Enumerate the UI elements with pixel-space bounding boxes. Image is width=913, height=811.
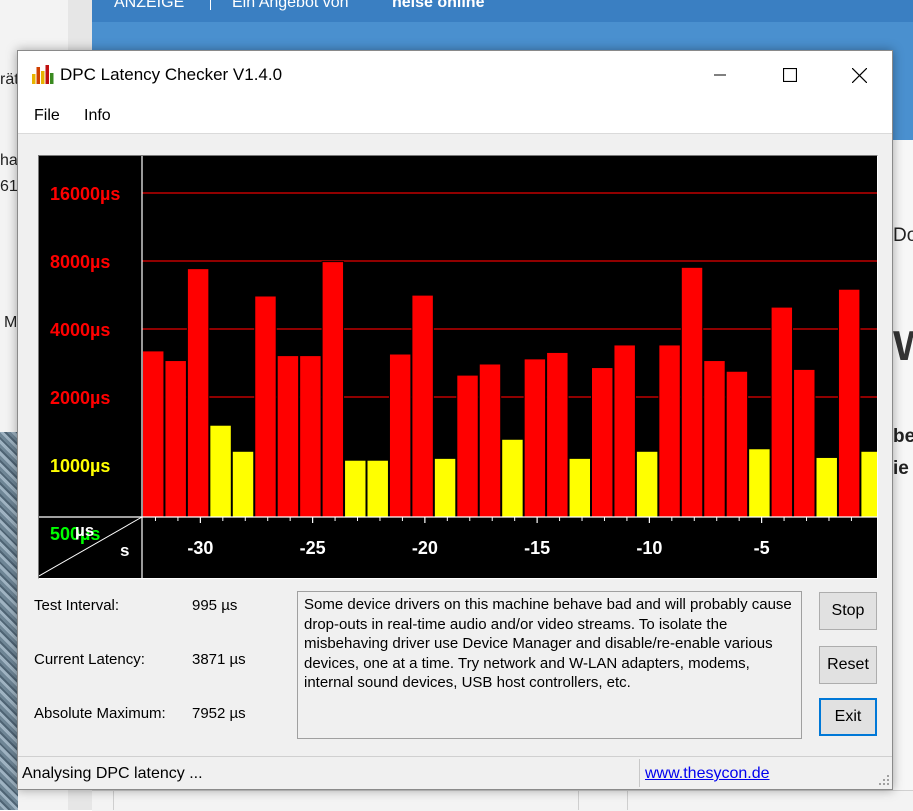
test-interval-value: 995 µs — [192, 597, 238, 614]
x-unit-label: s — [120, 541, 129, 560]
background-text: M — [4, 314, 18, 331]
background-text: ie — [893, 458, 909, 479]
background-brand-text: heise online — [392, 0, 485, 11]
latency-bar — [186, 268, 210, 518]
y-unit-label: µs — [75, 521, 94, 540]
latency-bar — [591, 367, 614, 518]
latency-bar — [456, 374, 479, 518]
resize-grip-icon[interactable] — [877, 773, 891, 787]
latency-bar — [276, 355, 300, 518]
menu-file[interactable]: File — [34, 107, 60, 125]
latency-bar — [366, 459, 389, 518]
latency-chart-svg: 16000µs8000µs4000µs2000µs1000µs500µs-30-… — [38, 156, 883, 578]
maximize-button[interactable] — [755, 51, 825, 99]
background-bottom-bar — [92, 790, 913, 811]
website-link[interactable]: www.thesycon.de — [645, 765, 770, 783]
x-tick-label: -30 — [187, 538, 213, 558]
status-bar-separator — [639, 759, 640, 787]
y-tick-label: 8000µs — [50, 252, 110, 272]
latency-bar — [703, 360, 726, 518]
reset-button[interactable]: Reset — [819, 646, 877, 684]
latency-bar — [209, 424, 232, 518]
latency-bar — [344, 459, 367, 518]
x-tick-label: -25 — [300, 538, 326, 558]
latency-bar — [299, 355, 322, 518]
latency-bar — [433, 457, 457, 518]
diagnosis-message: Some device drivers on this machine beha… — [297, 591, 802, 739]
y-tick-label: 4000µs — [50, 320, 110, 340]
latency-bar — [837, 288, 861, 518]
current-latency-value: 3871 µs — [192, 651, 246, 668]
background-divider — [578, 790, 579, 810]
current-latency-label: Current Latency: — [34, 651, 145, 668]
close-icon — [851, 67, 867, 83]
status-bar-divider — [18, 756, 892, 757]
dpc-latency-checker-window: DPC Latency Checker V1.4.0 File Info 160… — [17, 50, 893, 790]
background-divider — [210, 0, 211, 10]
status-text: Analysing DPC latency ... — [22, 765, 203, 782]
x-tick-label: -5 — [754, 538, 770, 558]
absolute-maximum-value: 7952 µs — [192, 705, 246, 722]
background-text: W — [893, 322, 913, 369]
minimize-icon — [714, 74, 726, 76]
latency-bar — [748, 448, 771, 518]
x-tick-label: -10 — [636, 538, 662, 558]
absolute-maximum-label: Absolute Maximum: — [34, 705, 166, 722]
window-title: DPC Latency Checker V1.4.0 — [60, 65, 283, 84]
background-text: be — [893, 426, 913, 447]
latency-bar — [478, 363, 502, 518]
stop-button[interactable]: Stop — [819, 592, 877, 630]
x-tick-label: -20 — [412, 538, 438, 558]
latency-bar — [725, 370, 749, 518]
latency-bar — [231, 450, 255, 518]
close-button[interactable] — [824, 51, 894, 99]
background-photo — [0, 432, 18, 810]
latency-bar — [680, 266, 704, 518]
menu-info[interactable]: Info — [84, 107, 111, 125]
latency-bar — [546, 351, 569, 518]
background-text: rät — [0, 71, 19, 88]
latency-bar — [388, 353, 412, 518]
latency-chart: 16000µs 8000µs 4000µs 2000µs 1000µs 500µs -30-… — [38, 155, 883, 579]
latency-bar — [411, 294, 434, 518]
y-tick-label: 16000µs — [50, 184, 120, 204]
test-interval-label: Test Interval: — [34, 597, 120, 614]
latency-bar — [658, 344, 681, 518]
background-divider — [113, 790, 114, 810]
background-site-header: ANZEIGE Ein Angebot von heise online — [92, 0, 913, 22]
latency-bar — [142, 350, 165, 518]
y-tick-label: 2000µs — [50, 388, 110, 408]
latency-bar — [501, 438, 524, 518]
latency-bar — [568, 457, 591, 518]
background-divider — [627, 790, 628, 810]
x-tick-label: -15 — [524, 538, 550, 558]
latency-bar — [860, 450, 883, 518]
menu-bar: File Info — [18, 99, 892, 134]
title-bar[interactable]: DPC Latency Checker V1.4.0 — [18, 51, 892, 99]
background-text: 61 — [0, 178, 18, 195]
latency-bar — [523, 358, 547, 518]
latency-bar — [793, 368, 816, 518]
background-ad-label: ANZEIGE — [114, 0, 185, 11]
background-text: Do — [893, 225, 913, 246]
latency-bar — [770, 306, 794, 518]
latency-bar — [164, 360, 187, 518]
exit-button[interactable]: Exit — [819, 698, 877, 736]
minimize-button[interactable] — [685, 51, 755, 99]
maximize-icon — [783, 68, 797, 82]
y-tick-label: 1000µs — [50, 456, 110, 476]
latency-bar — [635, 450, 659, 518]
latency-bar — [815, 456, 838, 518]
latency-bar — [321, 261, 345, 518]
latency-bar — [613, 344, 636, 518]
background-offer-text: Ein Angebot von — [232, 0, 349, 11]
latency-bar — [254, 295, 277, 518]
app-bar-chart-icon — [32, 64, 54, 84]
